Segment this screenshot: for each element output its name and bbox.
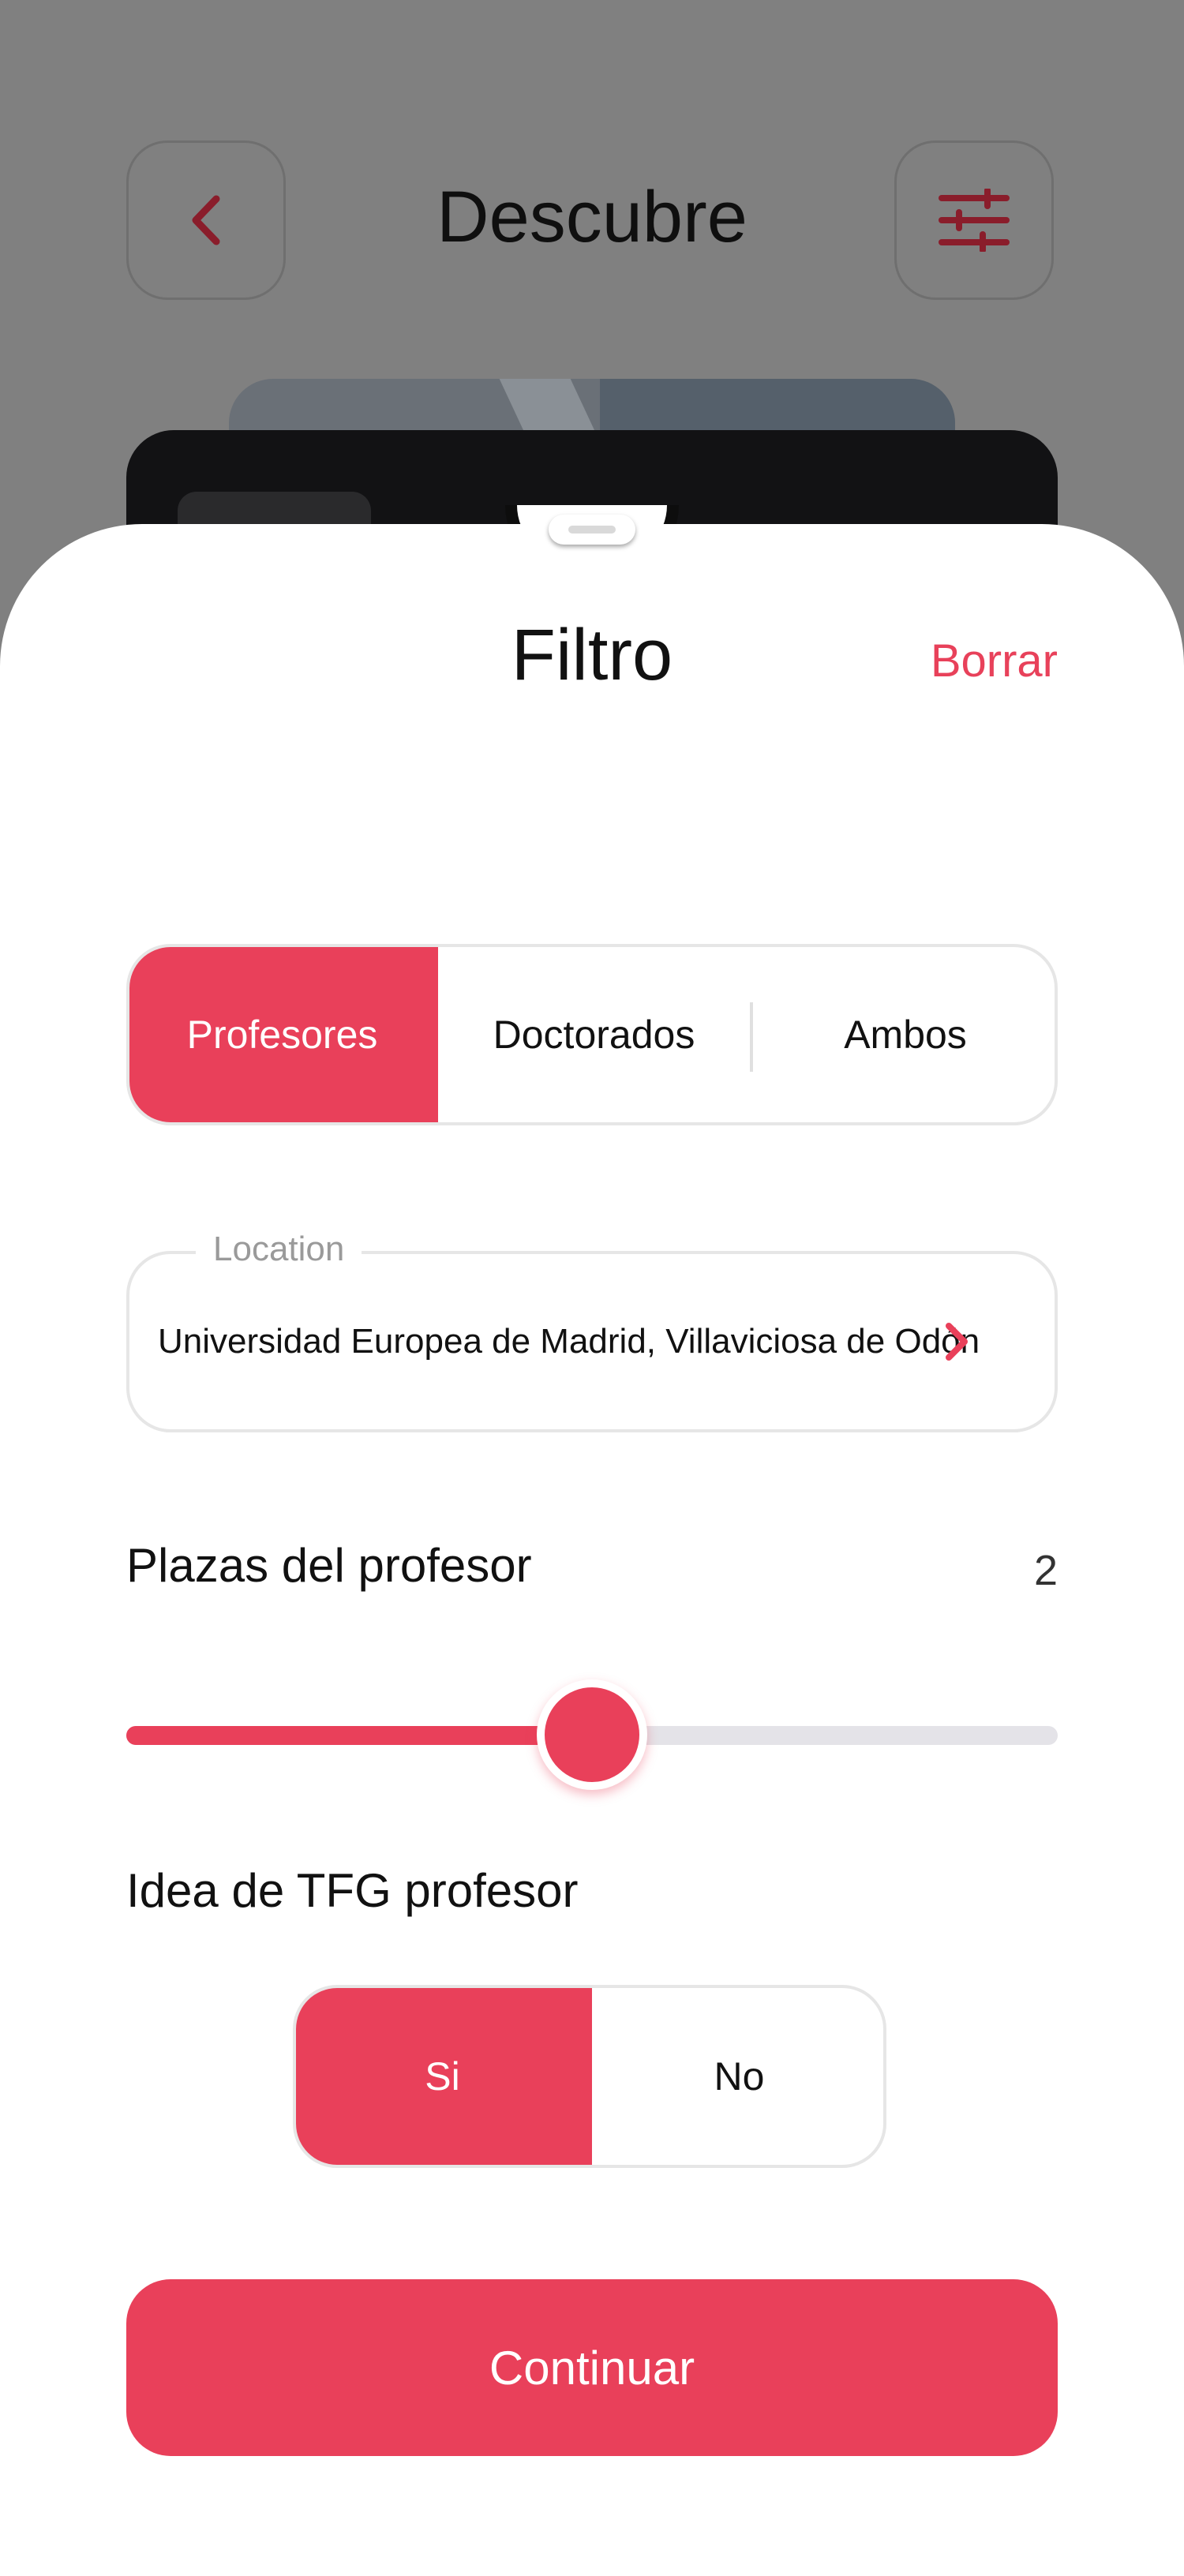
- continue-button[interactable]: Continuar: [126, 2279, 1058, 2456]
- type-option-ambos[interactable]: Ambos: [753, 947, 1055, 1122]
- tfg-label: Idea de TFG profesor: [126, 1864, 579, 1917]
- tfg-option-si[interactable]: Si: [296, 1988, 592, 2165]
- type-option-profesores[interactable]: Profesores: [129, 947, 438, 1122]
- seats-value: 2: [1033, 1547, 1058, 1594]
- seats-label: Plazas del profesor: [126, 1539, 532, 1592]
- sheet-drag-handle[interactable]: [549, 515, 635, 545]
- seats-slider-thumb[interactable]: [537, 1679, 647, 1790]
- chevron-right-icon[interactable]: [939, 1320, 974, 1364]
- type-segmented-control: Profesores Doctorados Ambos: [126, 944, 1058, 1125]
- sliders-icon: [939, 189, 1010, 252]
- location-label: Location: [196, 1222, 362, 1277]
- tfg-segmented-control: Si No: [293, 1985, 886, 2168]
- tfg-option-no[interactable]: No: [592, 1988, 883, 2165]
- filter-button[interactable]: [894, 140, 1054, 300]
- clear-button[interactable]: Borrar: [931, 630, 1058, 693]
- location-value[interactable]: Universidad Europea de Madrid, Villavici…: [158, 1318, 980, 1365]
- seats-slider-fill: [126, 1726, 592, 1745]
- type-option-doctorados[interactable]: Doctorados: [438, 947, 750, 1122]
